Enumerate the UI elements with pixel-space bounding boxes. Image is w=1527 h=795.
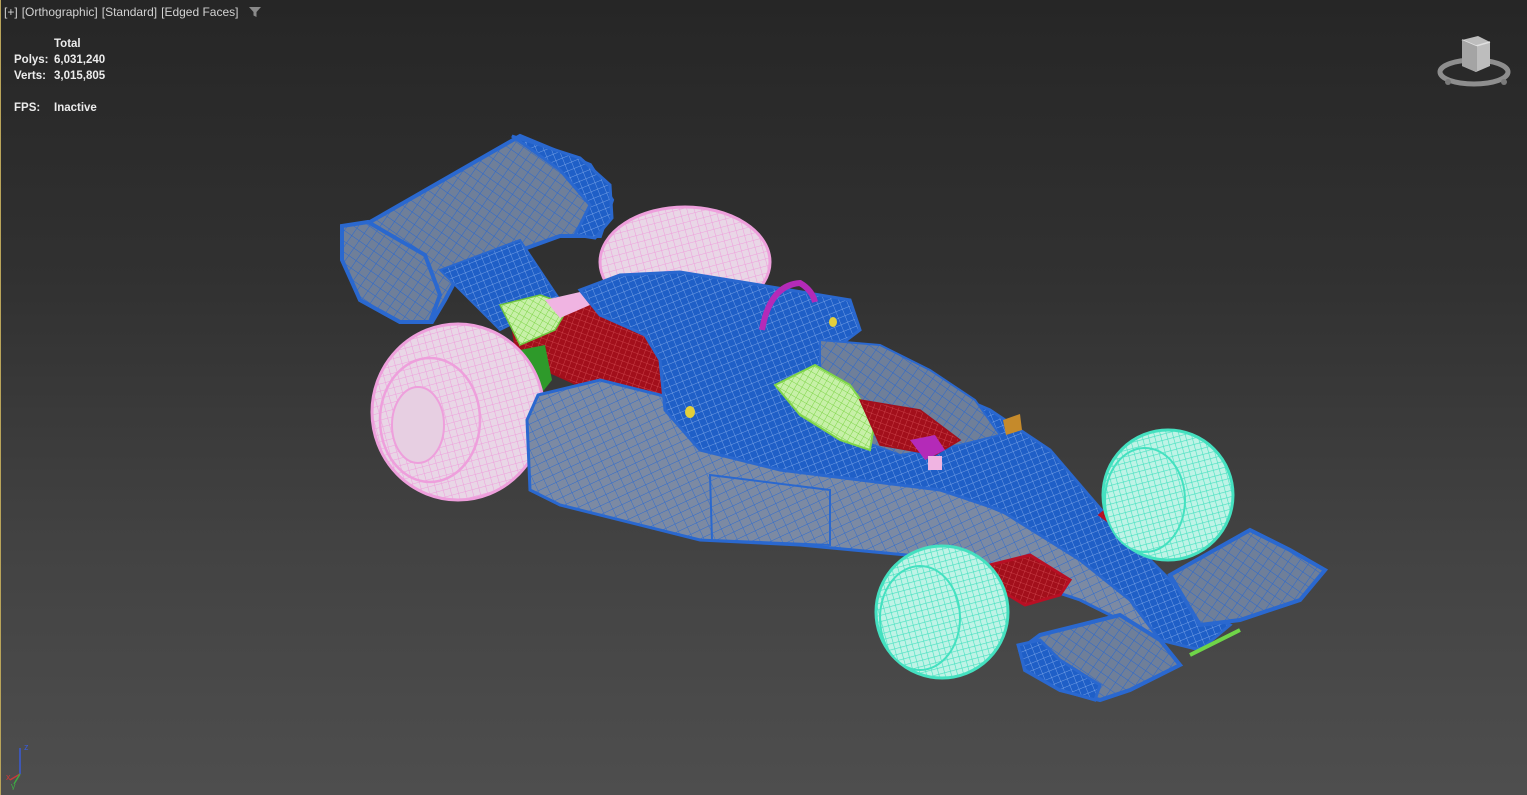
front-right-tire[interactable] [1101, 428, 1235, 562]
axis-tripod-icon: z x y [6, 742, 29, 790]
rear-left-tire[interactable] [370, 322, 546, 502]
filler-cap [829, 317, 837, 327]
axis-z-label: z [24, 742, 29, 752]
fuel-cap [685, 406, 695, 418]
front-left-tire[interactable] [874, 544, 1010, 680]
axis-y-label: y [11, 781, 16, 790]
3d-viewport[interactable]: [+] [Orthographic] [Standard] [Edged Fac… [0, 0, 1527, 795]
race-car-wireframe-model[interactable] [0, 0, 1527, 795]
viewcube-icon[interactable] [1436, 34, 1512, 92]
